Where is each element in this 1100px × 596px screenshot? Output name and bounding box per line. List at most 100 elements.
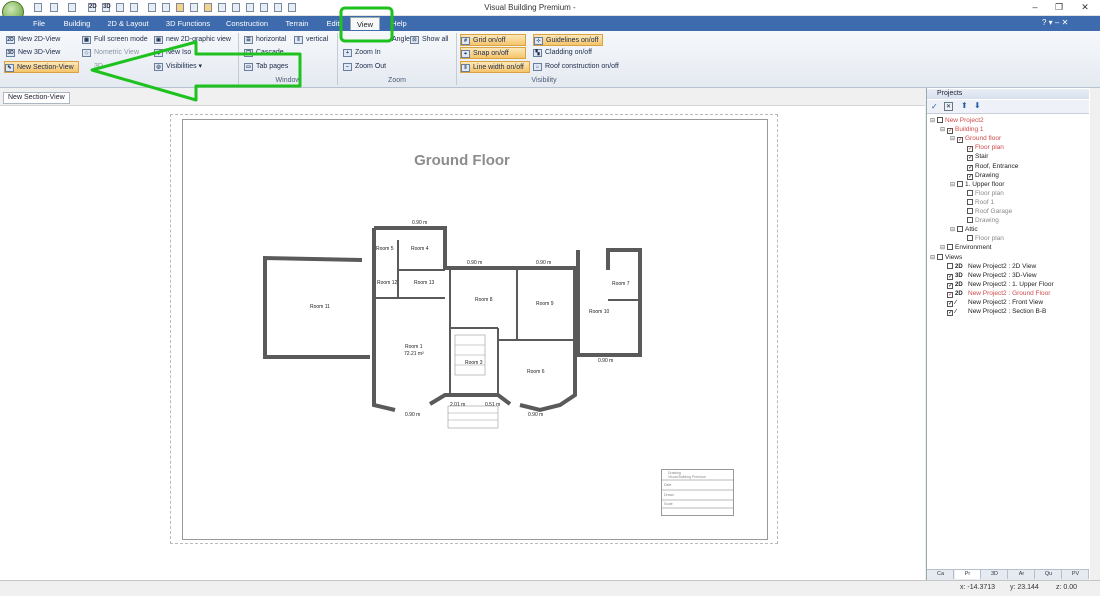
tree-item[interactable]: ⊟ Views xyxy=(930,253,962,262)
tree-checkbox[interactable]: ✓ xyxy=(947,273,953,280)
panel-tab-3d[interactable]: 3D xyxy=(982,570,1008,579)
tree-checkbox[interactable] xyxy=(967,198,973,205)
tree-item-label: Roof Garage xyxy=(975,208,1013,215)
tree-item[interactable]: ✓ Drawing xyxy=(960,171,999,180)
room-label: Room 9 xyxy=(536,301,554,307)
tree-item[interactable]: Drawing xyxy=(960,216,999,225)
tree-item[interactable]: ✓ Roof, Entrance xyxy=(960,162,1018,171)
tree-checkbox[interactable]: ✓ xyxy=(957,137,963,144)
dimension: 0.90 m xyxy=(536,260,551,266)
tree-checkbox[interactable] xyxy=(967,208,973,214)
tree-item-label: New Project2 : 1. Upper Floor xyxy=(968,280,1054,288)
tree-checkbox[interactable] xyxy=(947,262,953,269)
uncheck-all-icon[interactable]: ✕ xyxy=(944,102,954,111)
tree-checkbox[interactable]: ✓ xyxy=(947,301,953,307)
view-tab-highlight xyxy=(339,6,394,43)
tree-item[interactable]: Floor plan xyxy=(960,234,1004,243)
room-label: Room 5 xyxy=(376,246,394,252)
tree-item[interactable]: ⊟ Attic xyxy=(950,225,978,234)
dimension: 0.51 m xyxy=(485,402,500,408)
tree-item-label: Views xyxy=(945,253,963,261)
tree-item-label: Stair xyxy=(975,153,989,161)
tree-item-label: Floor plan xyxy=(975,189,1004,197)
tree-item[interactable]: ✓ ∕ New Project2 : Section B-B xyxy=(940,307,1047,317)
panel-tab-pv[interactable]: PV xyxy=(1063,570,1089,579)
tree-checkbox[interactable]: ✓ xyxy=(967,173,973,180)
coord-y: y: 23.144 xyxy=(1010,584,1039,591)
pointer-arrow xyxy=(90,40,302,102)
tree-checkbox[interactable] xyxy=(947,244,953,251)
project-tree: ⊟ New Project2 ⊟ ✓ Building 1 ⊟ ✓ Ground floor ✓… xyxy=(930,116,1088,336)
tree-checkbox[interactable] xyxy=(957,226,963,233)
expand-icon[interactable]: ⊟ xyxy=(930,117,936,126)
tree-checkbox[interactable]: ✓ xyxy=(947,128,953,135)
tree-item-label: New Project2 : 3D-View xyxy=(968,271,1037,279)
tree-item-label: Floor plan xyxy=(975,144,1004,152)
panel-tab-projects[interactable]: Pr xyxy=(955,570,981,579)
tree-checkbox[interactable]: ✓ xyxy=(967,146,973,153)
coord-z: z: 0.00 xyxy=(1056,584,1078,591)
move-down-icon[interactable]: ⬇ xyxy=(974,101,981,110)
tree-item[interactable]: Roof 1 xyxy=(960,198,994,207)
tree-item-label: New Project2 : Section B-B xyxy=(968,308,1047,316)
panel-tab-areas[interactable]: Ar xyxy=(1009,570,1035,579)
title-block xyxy=(661,469,734,516)
tree-item[interactable]: ✓ 2D New Project2 : 1. Upper Floor xyxy=(940,280,1054,289)
panel-tab-quantities[interactable]: Qu xyxy=(1036,570,1062,579)
tree-item[interactable]: ⊟ ✓ Building 1 xyxy=(940,125,984,135)
expand-icon[interactable]: ⊟ xyxy=(950,226,956,235)
tree-checkbox[interactable] xyxy=(967,189,973,196)
tree-checkbox[interactable] xyxy=(967,217,973,224)
dimension: 0.90 m xyxy=(412,220,427,226)
expand-icon[interactable]: ⊟ xyxy=(950,135,956,144)
check-all-icon[interactable]: ✓ xyxy=(931,102,938,111)
tree-item[interactable]: 2D New Project2 : 2D View xyxy=(940,262,1036,271)
room-label: Room 12 xyxy=(377,280,398,286)
tree-checkbox[interactable] xyxy=(957,180,963,187)
tree-item-label: Floor plan xyxy=(975,235,1004,243)
tree-item[interactable]: ⊟ New Project2 xyxy=(930,116,984,125)
projects-panel-title: Projects xyxy=(927,89,1089,99)
room-label: Room 4 xyxy=(411,246,429,252)
tree-item[interactable]: ✓ 2D New Project2 : Ground Floor xyxy=(940,289,1050,298)
tree-checkbox[interactable]: ✓ xyxy=(947,310,953,317)
tree-item[interactable]: Floor plan xyxy=(960,189,1004,198)
tree-item[interactable]: ⊟ ✓ Ground floor xyxy=(950,134,1002,144)
tree-checkbox[interactable]: ✓ xyxy=(967,155,973,162)
tree-item-label: New Project2 : Ground Floor xyxy=(968,289,1051,297)
tree-checkbox[interactable]: ✓ xyxy=(947,291,953,298)
move-up-icon[interactable]: ⬆ xyxy=(961,101,968,110)
tree-item-label: Roof 1 xyxy=(975,198,995,206)
east-wing xyxy=(576,248,642,357)
room-area: 72.21 m² xyxy=(404,351,424,357)
view-type-icon: ∕ xyxy=(955,309,957,316)
room-label: Room 6 xyxy=(527,369,545,375)
expand-icon[interactable]: ⊟ xyxy=(940,126,946,135)
tree-item-label: Roof, Entrance xyxy=(975,162,1019,170)
dimension: 0.90 m xyxy=(598,358,613,364)
tree-item-label: New Project2 xyxy=(945,117,984,124)
tree-checkbox[interactable] xyxy=(937,117,943,123)
tree-item[interactable]: ⊟ 1. Upper floor xyxy=(950,180,1004,189)
tree-checkbox[interactable]: ✓ xyxy=(947,282,953,289)
room-label: Room 3 xyxy=(465,360,483,366)
expand-icon[interactable]: ⊟ xyxy=(930,254,936,263)
tree-item[interactable]: ✓ Stair xyxy=(960,152,989,162)
tree-checkbox[interactable]: ✓ xyxy=(967,164,973,171)
west-wall xyxy=(372,228,396,412)
room-label: Room 1 xyxy=(405,344,423,350)
room-label: Room 8 xyxy=(475,297,493,303)
panel-tab-catalog[interactable]: Ca xyxy=(928,570,954,579)
tree-item[interactable]: ⊟ Environment xyxy=(940,243,992,252)
tree-item[interactable]: ✓ ∕ New Project2 : Front View xyxy=(940,298,1043,307)
tree-checkbox[interactable] xyxy=(967,235,973,242)
tree-item[interactable]: ✓ Floor plan xyxy=(960,143,1004,153)
tree-item-label: Ground floor xyxy=(965,135,1002,143)
tree-item[interactable]: ✓ 3D New Project2 : 3D-View xyxy=(940,271,1037,280)
tree-item[interactable]: Roof Garage xyxy=(960,207,1012,216)
coord-x: x: -14.3713 xyxy=(960,584,996,591)
tree-checkbox[interactable] xyxy=(937,253,943,260)
expand-icon[interactable]: ⊟ xyxy=(950,181,956,190)
room-label: Room 7 xyxy=(612,281,630,287)
north-wall xyxy=(374,226,577,340)
